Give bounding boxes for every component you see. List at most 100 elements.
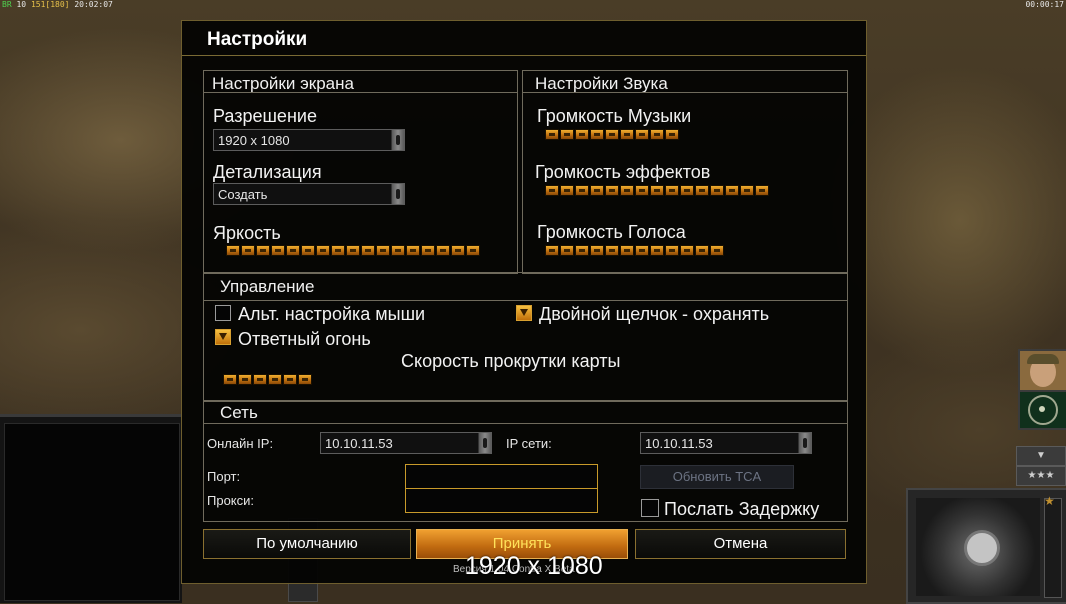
slider-notch bbox=[650, 245, 664, 256]
slider-notch bbox=[575, 245, 589, 256]
hud-stats: ВR 10 151[180] 20:02:07 bbox=[2, 0, 113, 9]
title-divider bbox=[182, 55, 866, 56]
slider-notch bbox=[376, 245, 390, 256]
slider-notch bbox=[680, 245, 694, 256]
hud-value-a: 10 bbox=[16, 0, 27, 9]
net-ip-label: IP сети: bbox=[506, 436, 552, 451]
slider-notch bbox=[253, 374, 267, 385]
slider-notch bbox=[391, 245, 405, 256]
cancel-button[interactable]: Отмена bbox=[635, 529, 846, 559]
settings-dialog: Настройки Настройки экрана Разрешение 19… bbox=[181, 20, 867, 584]
slider-notch bbox=[635, 245, 649, 256]
hud-value-c: [180] bbox=[45, 0, 70, 9]
net-ip-value: 10.10.11.53 bbox=[645, 436, 713, 451]
slider-notch bbox=[316, 245, 330, 256]
music-volume-label: Громкость Музыки bbox=[537, 106, 692, 126]
minimap[interactable] bbox=[4, 423, 180, 601]
voice-volume-label: Громкость Голоса bbox=[537, 222, 686, 242]
proxy-label: Прокси: bbox=[207, 493, 255, 508]
slider-notch bbox=[695, 185, 709, 196]
return-fire-checkbox[interactable] bbox=[215, 329, 231, 345]
hud-value-b: 151 bbox=[30, 0, 46, 9]
rank-stars-button[interactable]: ★★★ bbox=[1016, 466, 1066, 486]
net-ip-dropdown[interactable]: 10.10.11.53 bbox=[640, 432, 812, 454]
target-icon[interactable] bbox=[1018, 390, 1066, 430]
send-delay-checkbox[interactable] bbox=[641, 499, 659, 517]
unit-portrait[interactable] bbox=[1018, 349, 1066, 393]
dropdown-arrow-icon bbox=[478, 433, 491, 453]
slider-notch bbox=[620, 129, 634, 140]
control-title-divider bbox=[203, 300, 848, 301]
detail-dropdown[interactable]: Создать bbox=[213, 183, 405, 205]
dropdown-arrow-icon bbox=[391, 130, 404, 150]
brightness-slider[interactable] bbox=[226, 245, 480, 258]
online-ip-label: Онлайн IP: bbox=[207, 436, 274, 451]
slider-notch bbox=[635, 185, 649, 196]
update-tca-button[interactable]: Обновить TCA bbox=[640, 465, 794, 489]
slider-notch bbox=[590, 129, 604, 140]
slider-notch bbox=[406, 245, 420, 256]
scroll-speed-slider[interactable] bbox=[223, 374, 312, 387]
port-label: Порт: bbox=[207, 469, 241, 484]
sound-settings-title: Настройки Звука bbox=[535, 74, 668, 93]
detail-value: Создать bbox=[218, 187, 268, 202]
slider-notch bbox=[650, 129, 664, 140]
alt-mouse-checkbox[interactable] bbox=[215, 305, 231, 321]
slider-notch bbox=[620, 185, 634, 196]
resolution-overlay-text: 1920 x 1080 bbox=[465, 552, 603, 580]
slider-notch bbox=[605, 129, 619, 140]
double-click-checkbox[interactable] bbox=[516, 305, 532, 321]
online-ip-dropdown[interactable]: 10.10.11.53 bbox=[320, 432, 492, 454]
sound-title-divider bbox=[522, 92, 848, 93]
slider-notch bbox=[575, 129, 589, 140]
scroll-speed-label: Скорость прокрутки карты bbox=[401, 351, 621, 371]
effects-volume-slider[interactable] bbox=[545, 185, 769, 198]
slider-notch bbox=[256, 245, 270, 256]
slider-notch bbox=[301, 245, 315, 256]
slider-notch bbox=[740, 185, 754, 196]
slider-notch bbox=[665, 185, 679, 196]
game-timer: 00:00:17 bbox=[1025, 0, 1064, 9]
portrait-hat bbox=[1027, 354, 1059, 364]
slider-notch bbox=[241, 245, 255, 256]
slider-notch bbox=[451, 245, 465, 256]
control-title: Управление bbox=[220, 277, 315, 296]
slider-notch bbox=[223, 374, 237, 385]
send-delay-label: Послать Задержку bbox=[664, 499, 820, 519]
star-icon: ★ bbox=[1044, 494, 1055, 508]
voice-volume-slider[interactable] bbox=[545, 245, 724, 258]
default-button[interactable]: По умолчанию bbox=[203, 529, 411, 559]
alt-mouse-label: Альт. настройка мыши bbox=[238, 304, 426, 324]
slider-notch bbox=[605, 245, 619, 256]
port-input[interactable] bbox=[405, 464, 598, 489]
slider-notch bbox=[710, 185, 724, 196]
slider-notch bbox=[560, 245, 574, 256]
slider-notch bbox=[695, 245, 709, 256]
slider-notch bbox=[421, 245, 435, 256]
slider-notch bbox=[590, 245, 604, 256]
detail-label: Детализация bbox=[213, 162, 322, 182]
music-volume-slider[interactable] bbox=[545, 129, 679, 142]
double-click-label: Двойной щелчок - охранять bbox=[539, 304, 770, 324]
slider-notch bbox=[680, 185, 694, 196]
slider-notch bbox=[298, 374, 312, 385]
proxy-input[interactable] bbox=[405, 488, 598, 513]
resolution-dropdown[interactable]: 1920 x 1080 bbox=[213, 129, 405, 151]
chevron-down-icon[interactable]: ▼ bbox=[1016, 446, 1066, 466]
hud-prefix: ВR bbox=[2, 0, 12, 9]
hud-clock: 20:02:07 bbox=[74, 0, 113, 9]
slider-notch bbox=[436, 245, 450, 256]
slider-notch bbox=[545, 245, 559, 256]
slider-notch bbox=[545, 129, 559, 140]
slider-notch bbox=[605, 185, 619, 196]
effects-volume-label: Громкость эффектов bbox=[535, 162, 711, 182]
slider-notch bbox=[545, 185, 559, 196]
dialog-title: Настройки bbox=[207, 29, 308, 50]
resolution-label: Разрешение bbox=[213, 106, 317, 126]
slider-notch bbox=[710, 245, 724, 256]
network-title: Сеть bbox=[220, 403, 258, 422]
faction-emblem-icon bbox=[964, 530, 1000, 566]
slider-notch bbox=[286, 245, 300, 256]
command-panel: ★ bbox=[906, 488, 1066, 604]
slider-notch bbox=[238, 374, 252, 385]
